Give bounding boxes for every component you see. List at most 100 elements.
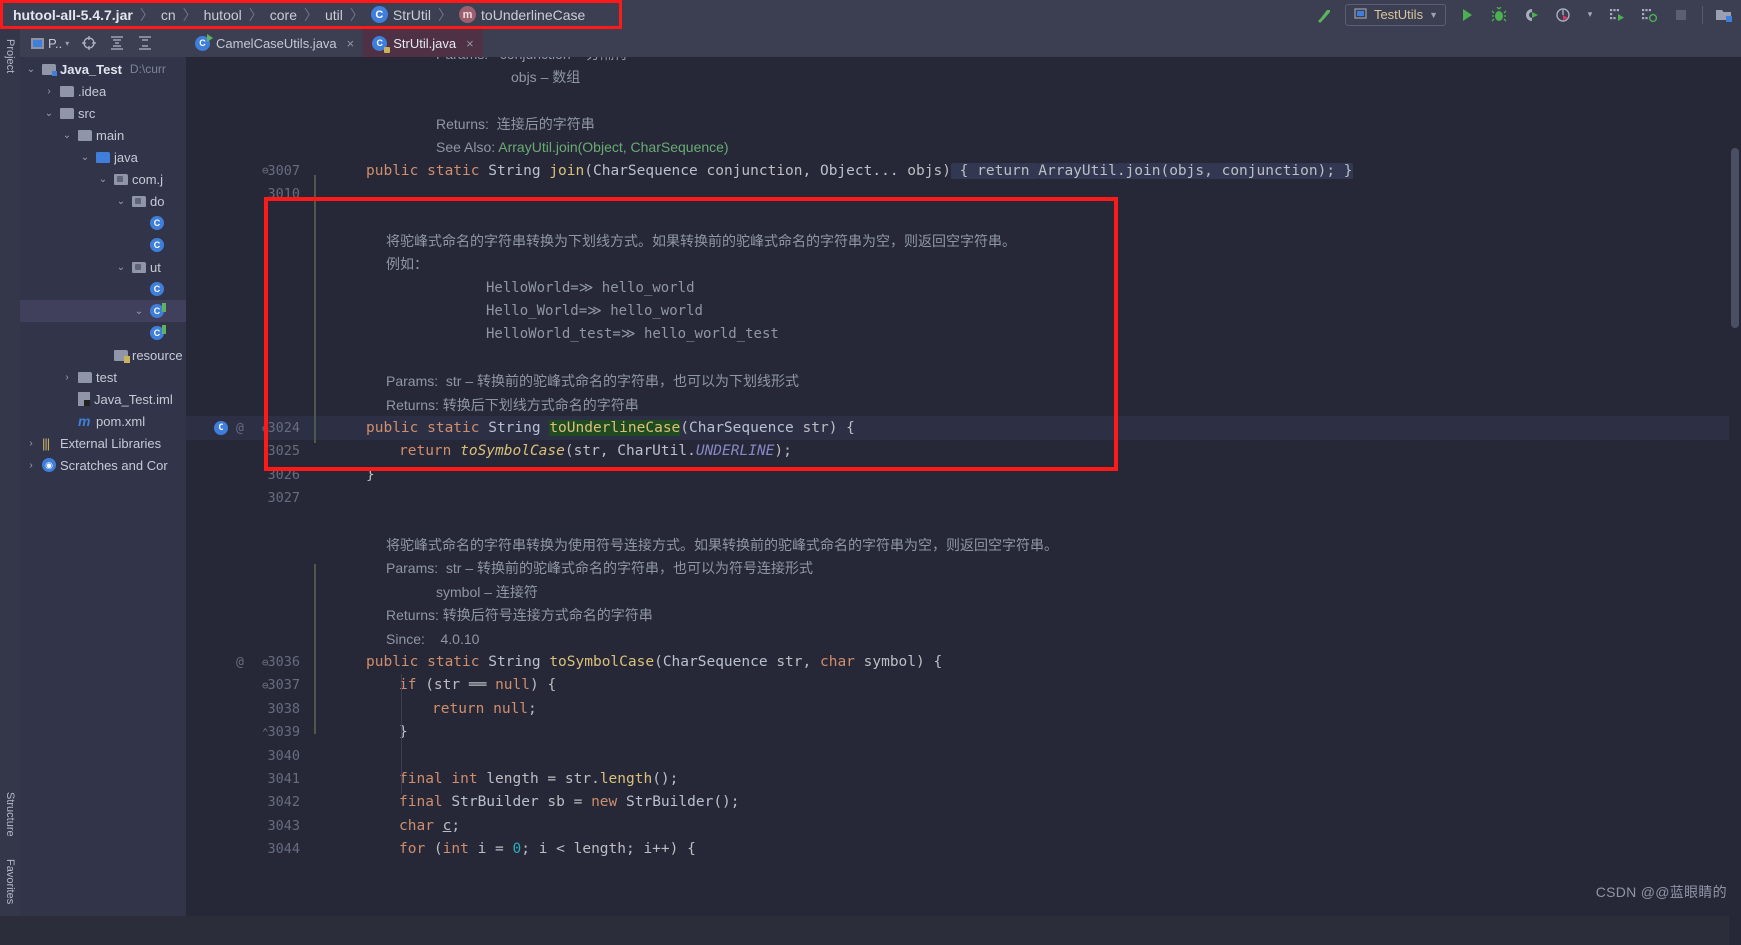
code-line[interactable]: 3026} [186,463,1741,486]
tree-item[interactable]: ›|||External Libraries [20,432,186,454]
profiler-icon[interactable] [1552,4,1574,26]
javadoc-line[interactable]: 将驼峰式命名的字符串转换为下划线方式。如果转换前的驼峰式命名的字符串为空，则返回… [186,229,1741,252]
breadcrumb[interactable]: hutool-all-5.4.7.jar 〉 cn 〉 hutool 〉 cor… [0,0,622,29]
code-line[interactable]: 3036@⊖public static String toSymbolCase(… [186,650,1741,673]
fold-toggle[interactable]: ⊖ [262,679,269,692]
breadcrumb-item-jar[interactable]: hutool-all-5.4.7.jar [13,7,133,23]
tree-item[interactable]: ›test [20,366,186,388]
open-project-icon[interactable] [1713,4,1735,26]
tree-item[interactable]: ⌄Java_TestD:\curr [20,58,186,80]
tree-expander[interactable]: ⌄ [96,174,110,185]
code-line[interactable]: 3038return null; [186,697,1741,720]
project-tree[interactable]: ⌄Java_TestD:\curr›.idea⌄src⌄main⌄java⌄co… [20,58,186,916]
javadoc-line[interactable]: 例如： [186,253,1741,276]
tree-item[interactable]: ⌄src [20,102,186,124]
javadoc-line[interactable]: 将驼峰式命名的字符串转换为使用符号连接方式。如果转换前的驼峰式命名的字符串为空，… [186,533,1741,556]
tree-item[interactable]: C [20,322,186,344]
tree-expander[interactable]: ⌄ [132,306,146,317]
code-area[interactable]: Params: conjunction – 分隔符objs – 数组 Return… [186,57,1741,916]
tree-item[interactable]: ›◉Scratches and Cor [20,454,186,476]
class-gutter-icon[interactable]: C [214,421,228,435]
tree-expander[interactable]: ⌄ [114,196,128,207]
javadoc-line[interactable]: symbol – 连接符 [186,580,1741,603]
close-icon[interactable]: × [466,36,474,51]
blank-line[interactable] [186,346,1741,369]
tree-item[interactable]: resource [20,344,186,366]
tree-expander[interactable]: ⌄ [24,64,38,75]
blank-line[interactable] [186,206,1741,229]
javadoc-line[interactable]: Params: str – 转换前的驼峰式命名的字符串，也可以为下划线形式 [186,370,1741,393]
javadoc-line[interactable]: Params: conjunction – 分隔符 [186,57,1741,65]
code-line[interactable]: 3024C@⊖public static String toUnderlineC… [186,416,1741,439]
profiler-dropdown-icon[interactable]: ▾ [1584,4,1596,26]
javadoc-line[interactable]: HelloWorld_test=≫ hello_world_test [186,323,1741,346]
tree-item[interactable]: ⌄do [20,190,186,212]
tree-item[interactable]: Java_Test.iml [20,388,186,410]
close-icon[interactable]: × [347,36,355,51]
javadoc-line[interactable]: Returns: 连接后的字符串 [186,112,1741,135]
stop-icon[interactable] [1670,4,1692,26]
tree-item[interactable]: C [20,212,186,234]
code-line[interactable]: 3025return toSymbolCase(str, CharUtil.UN… [186,440,1741,463]
tree-expander[interactable]: ⌄ [60,130,74,141]
breadcrumb-item-cn[interactable]: cn [161,7,176,23]
tool-window-project[interactable]: Project [2,33,18,79]
tree-item[interactable]: C [20,278,186,300]
javadoc-line[interactable]: See Also: ArrayUtil.join(Object, CharSeq… [186,136,1741,159]
debug-icon[interactable] [1488,4,1510,26]
locate-target-icon[interactable] [80,35,97,52]
tree-item[interactable]: mpom.xml [20,410,186,432]
blank-line[interactable]: 3010 [186,182,1741,205]
code-line[interactable]: 3037⊖if (str ══ null) { [186,674,1741,697]
tree-item[interactable]: C [20,234,186,256]
tree-expander[interactable]: ⌄ [78,152,92,163]
javadoc-line[interactable]: Returns: 转换后下划线方式命名的字符串 [186,393,1741,416]
code-line[interactable]: 3039⌃} [186,721,1741,744]
editor-tab-camelcaseutils[interactable]: C CamelCaseUtils.java × [186,29,363,57]
override-marker[interactable]: @ [236,655,244,670]
code-line[interactable]: 3043char c; [186,814,1741,837]
code-line[interactable]: 3041final int length = str.length(); [186,767,1741,790]
run-tests-coverage-icon[interactable] [1638,4,1660,26]
breadcrumb-item-strutil[interactable]: CStrUtil [371,6,431,23]
tree-item[interactable]: ⌄ut [20,256,186,278]
tree-item[interactable]: ⌄java [20,146,186,168]
tree-item[interactable]: ⌄main [20,124,186,146]
editor-scrollbar[interactable] [1729,58,1741,945]
tree-expander[interactable]: › [24,438,38,449]
tool-window-structure[interactable]: Structure [2,786,18,843]
tree-expander[interactable]: ⌄ [114,262,128,273]
collapse-all-icon[interactable] [136,35,153,52]
tree-expander[interactable]: ⌄ [42,108,56,119]
tree-expander[interactable]: › [42,86,56,97]
blank-line[interactable] [186,89,1741,112]
tree-item[interactable]: ›.idea [20,80,186,102]
override-marker[interactable]: @ [236,421,244,436]
tree-expander[interactable]: › [60,372,74,383]
fold-toggle[interactable]: ⊖ [262,656,269,669]
tree-expander[interactable]: › [24,460,38,471]
scrollbar-thumb[interactable] [1731,148,1739,328]
tree-item[interactable]: ⌄C [20,300,186,322]
javadoc-line[interactable]: Returns: 转换后符号连接方式命名的字符串 [186,604,1741,627]
run-icon[interactable] [1456,4,1478,26]
build-hammer-icon[interactable] [1313,4,1335,26]
code-line[interactable]: 3044for (int i = 0; i < length; i++) { [186,838,1741,861]
code-line[interactable]: 3042final StrBuilder sb = new StrBuilder… [186,791,1741,814]
tree-item[interactable]: ⌄com.j [20,168,186,190]
javadoc-line[interactable]: objs – 数组 [186,65,1741,88]
run-tests-icon[interactable] [1606,4,1628,26]
javadoc-line[interactable]: Hello_World=≫ hello_world [186,299,1741,322]
fold-toggle[interactable]: ⊖ [262,422,269,435]
run-configuration-selector[interactable]: TestUtils ▼ [1345,4,1446,26]
javadoc-line[interactable]: Params: str – 转换前的驼峰式命名的字符串，也可以为符号连接形式 [186,557,1741,580]
breadcrumb-item-core[interactable]: core [270,7,297,23]
fold-toggle[interactable]: ⊖ [262,164,269,177]
fold-toggle[interactable]: ⌃ [262,726,269,739]
blank-line[interactable] [186,510,1741,533]
breadcrumb-item-util[interactable]: util [325,7,343,23]
blank-line[interactable]: 3027 [186,487,1741,510]
project-view-selector[interactable]: P.. ▾ [30,36,69,51]
code-line[interactable]: 3007⊖public static String join(CharSeque… [186,159,1741,182]
javadoc-line[interactable]: HelloWorld=≫ hello_world [186,276,1741,299]
